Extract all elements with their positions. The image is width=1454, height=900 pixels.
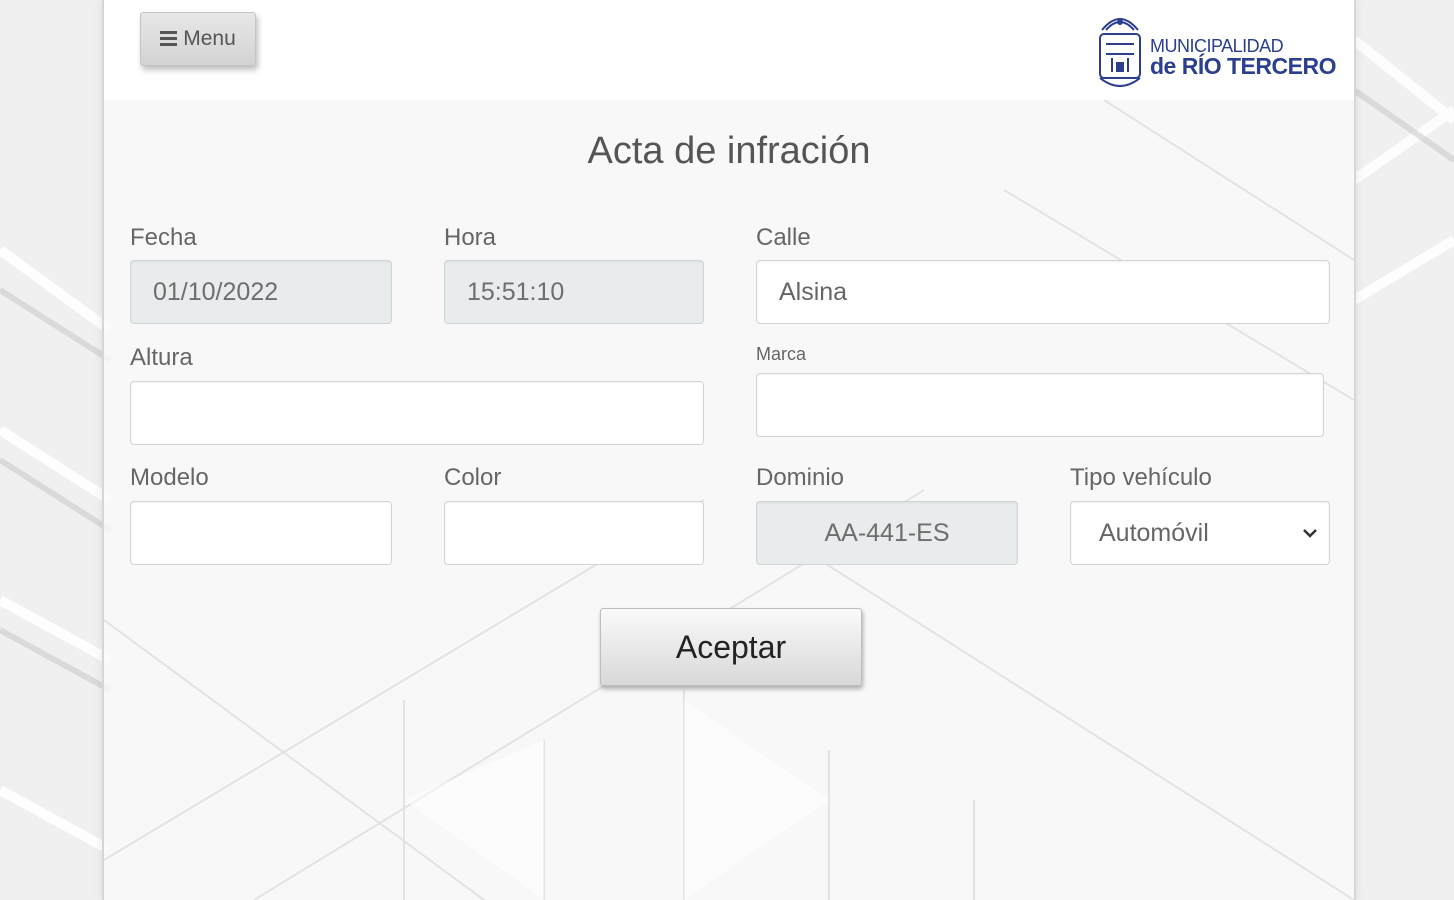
dominio-label: Dominio <box>756 464 845 491</box>
color-input[interactable] <box>444 501 704 565</box>
calle-label: Calle <box>756 224 811 251</box>
logo-line-2: de RÍO TERCERO <box>1150 53 1336 79</box>
menu-button-label: Menu <box>183 27 236 50</box>
modelo-label: Modelo <box>130 464 209 491</box>
modelo-input[interactable] <box>130 501 392 565</box>
dominio-field: AA-441-ES <box>756 501 1018 565</box>
marca-label: Marca <box>756 344 807 364</box>
panel-background-pattern <box>104 100 1354 900</box>
form-panel: Menu MUNICIPALIDAD de RÍO TERCERO Acta d… <box>102 0 1356 900</box>
tipo-vehiculo-selected: Automóvil <box>1099 518 1209 547</box>
tipo-vehiculo-select[interactable]: Automóvil <box>1070 501 1330 565</box>
fecha-field: 01/10/2022 <box>130 260 392 324</box>
altura-input[interactable] <box>130 381 704 445</box>
color-label: Color <box>444 464 502 491</box>
accept-button[interactable]: Aceptar <box>600 608 862 686</box>
municipal-seal-icon <box>1099 18 1141 87</box>
marca-input[interactable] <box>756 373 1324 437</box>
hamburger-icon <box>160 30 178 46</box>
menu-button[interactable]: Menu <box>140 12 256 66</box>
hora-field: 15:51:10 <box>444 260 704 324</box>
hora-label: Hora <box>444 224 497 251</box>
altura-label: Altura <box>130 344 193 371</box>
tipo-vehiculo-label: Tipo vehículo <box>1070 464 1212 491</box>
page-title: Acta de infración <box>587 130 871 172</box>
calle-input[interactable]: Alsina <box>756 260 1330 324</box>
top-bar: Menu MUNICIPALIDAD de RÍO TERCERO <box>104 0 1354 100</box>
fecha-label: Fecha <box>130 224 197 251</box>
chevron-down-icon <box>1303 529 1317 538</box>
municipality-logo: MUNICIPALIDAD de RÍO TERCERO <box>1092 10 1336 96</box>
